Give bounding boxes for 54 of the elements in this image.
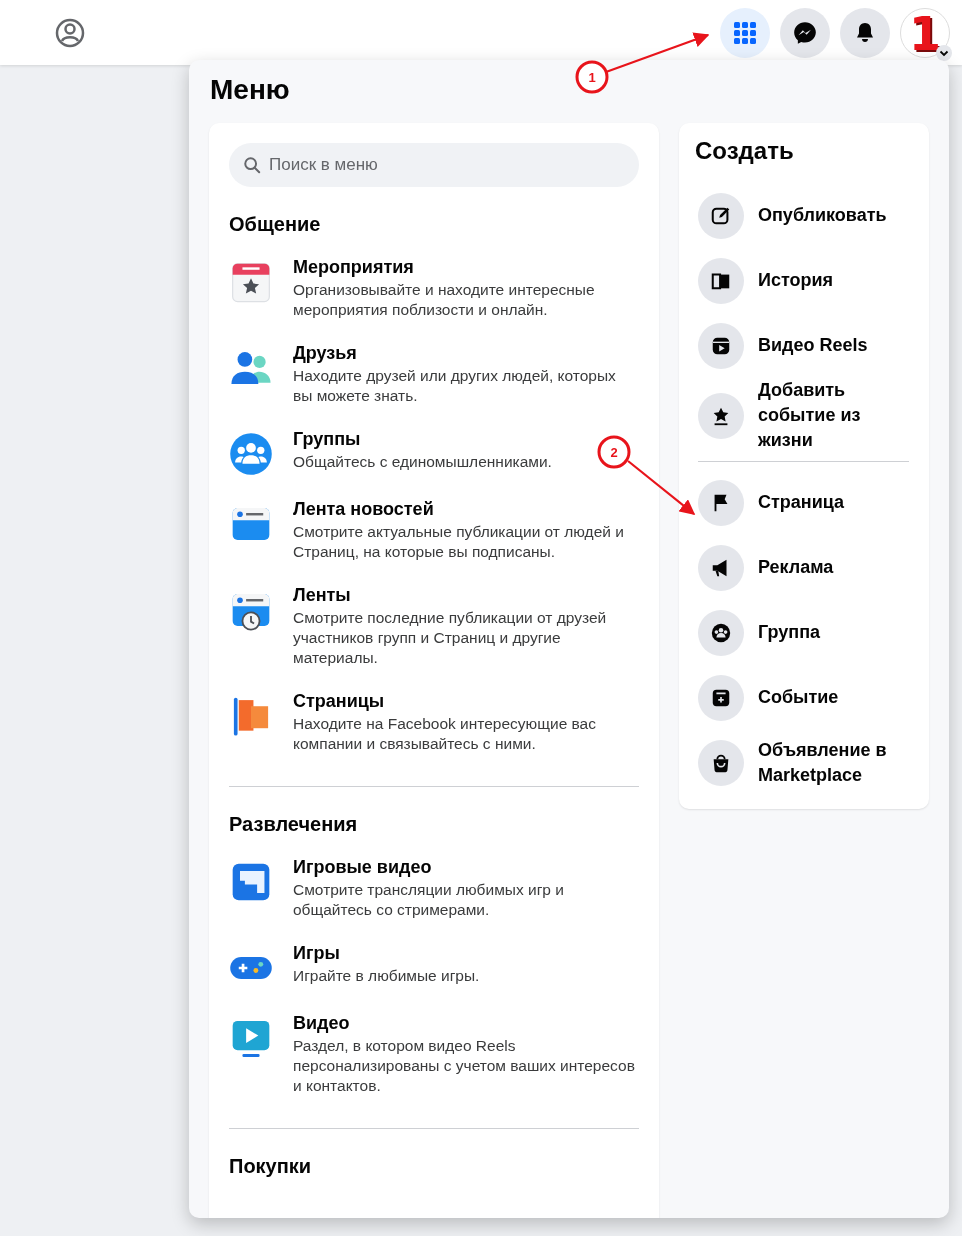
account-avatar[interactable]: 1: [900, 7, 950, 58]
megaphone-icon[interactable]: [698, 544, 744, 591]
create-title: Создать: [695, 137, 795, 165]
annotation-arrow: [627, 460, 696, 515]
menu-item-title[interactable]: Друзья: [293, 342, 638, 364]
menu-item-title[interactable]: Видео: [293, 1012, 638, 1034]
chevron-down-icon[interactable]: [936, 44, 952, 61]
reels-icon[interactable]: [698, 322, 744, 369]
messenger-button[interactable]: [780, 7, 830, 58]
menu-item-description: Раздел, в котором видео Reels персонализированы с учетом ваших интересов и контактов.: [293, 1036, 636, 1096]
create-item-label[interactable]: Добавить событие из жизни: [758, 378, 909, 453]
menu-item-title[interactable]: Страницы: [293, 690, 638, 712]
bag-icon[interactable]: [698, 739, 744, 786]
section-heading: Развлечения: [229, 813, 359, 836]
event-icon[interactable]: [698, 674, 744, 721]
create-item-label[interactable]: Группа: [758, 620, 821, 645]
menu-item-description: Смотрите последние публикации от друзей участников групп и Страниц и другие материалы.: [293, 608, 608, 668]
step-marker: 2: [597, 435, 631, 469]
section-heading: Покупки: [229, 1155, 313, 1178]
menu-item-title[interactable]: Лента новостей: [293, 498, 638, 520]
menu-title: Меню: [210, 74, 290, 107]
create-item-label[interactable]: Объявление в Marketplace: [758, 737, 909, 788]
grid-icon: [733, 20, 757, 45]
menu-item-title[interactable]: Игровые видео: [293, 856, 638, 878]
edit-icon[interactable]: [698, 192, 744, 239]
menu-item-description: Находите на Facebook интересующие вас компании и связывайтесь с ними.: [293, 714, 597, 754]
create-item-label[interactable]: Видео Reels: [758, 333, 868, 358]
menu-item-title[interactable]: Группы: [293, 428, 552, 450]
book-icon[interactable]: [698, 257, 744, 304]
notifications-button[interactable]: [840, 7, 890, 58]
step-marker: 1: [575, 60, 609, 94]
create-item-label[interactable]: Событие: [758, 685, 839, 710]
flag-icon[interactable]: [698, 479, 744, 526]
create-item-label[interactable]: Опубликовать: [758, 203, 887, 228]
create-item-label[interactable]: Страница: [758, 490, 845, 515]
menu-item-description: Организовывайте и находите интересные мероприятия поблизости и онлайн.: [293, 280, 596, 320]
profile-icon[interactable]: [54, 16, 86, 49]
menu-item-description: Общайтесь с единомышленниками.: [293, 452, 552, 472]
menu-item-title[interactable]: Мероприятия: [293, 256, 638, 278]
menu-button[interactable]: [720, 7, 770, 58]
search-field[interactable]: Поиск в меню: [229, 143, 639, 187]
menu-item-description: Смотрите актуальные публикации от людей и Страниц, на которые вы подписаны.: [293, 522, 625, 562]
calendar-icon[interactable]: [229, 260, 273, 304]
menu-item-description: Находите друзей или других людей, которых вы можете знать.: [293, 366, 617, 406]
menu-item-description: Смотрите трансляции любимых игр и общайтесь со стримерами.: [293, 880, 565, 920]
group-icon[interactable]: [698, 609, 744, 656]
menu-item-title[interactable]: Игры: [293, 942, 480, 964]
menu-item-description: Играйте в любимые игры.: [293, 966, 480, 986]
create-item-label[interactable]: Реклама: [758, 555, 834, 580]
create-item-label[interactable]: История: [758, 268, 834, 293]
section-heading: Общение: [229, 213, 322, 236]
groups-icon[interactable]: [229, 432, 273, 476]
menu-item-title[interactable]: Ленты: [293, 584, 638, 606]
messenger-icon: [792, 19, 818, 46]
